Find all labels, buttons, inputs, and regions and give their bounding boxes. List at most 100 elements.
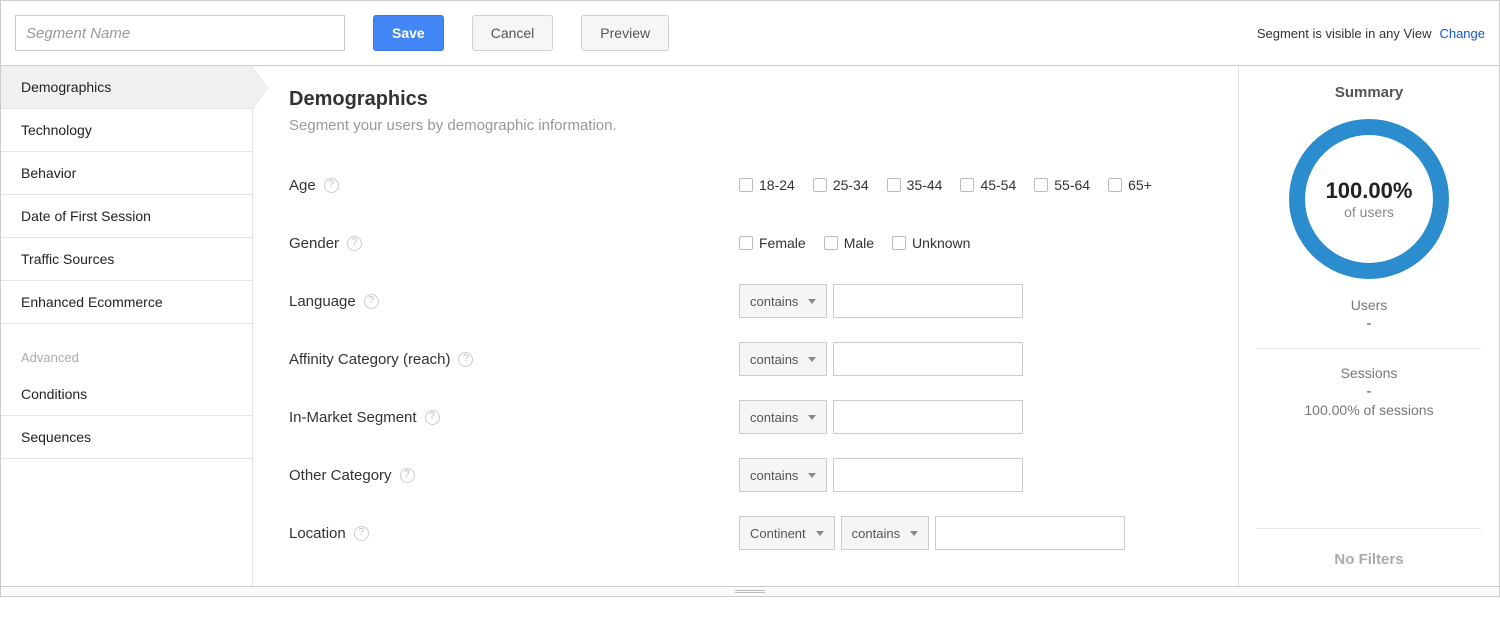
sessions-label: Sessions xyxy=(1257,365,1481,381)
checkbox-icon xyxy=(824,236,838,250)
summary-percent-sub: of users xyxy=(1344,204,1394,220)
checkbox-icon xyxy=(960,178,974,192)
chevron-down-icon xyxy=(808,299,816,304)
sessions-value: - xyxy=(1257,383,1481,400)
help-icon[interactable]: ? xyxy=(458,352,473,367)
affinity-operator-select[interactable]: contains xyxy=(739,342,827,376)
select-value: contains xyxy=(750,468,798,483)
checkbox-label: Unknown xyxy=(912,235,970,251)
sidebar-item-label: Conditions xyxy=(21,386,87,402)
summary-title: Summary xyxy=(1257,84,1481,101)
location-label: Location xyxy=(289,525,346,542)
checkbox-label: 55-64 xyxy=(1054,177,1090,193)
affinity-label: Affinity Category (reach) xyxy=(289,351,450,368)
gender-option-male[interactable]: Male xyxy=(824,235,874,251)
checkbox-label: 45-54 xyxy=(980,177,1016,193)
summary-donut-chart: 100.00% of users xyxy=(1289,119,1449,279)
sidebar-item-label: Enhanced Ecommerce xyxy=(21,294,163,310)
language-operator-select[interactable]: contains xyxy=(739,284,827,318)
inmarket-operator-select[interactable]: contains xyxy=(739,400,827,434)
sessions-percent: 100.00% of sessions xyxy=(1257,402,1481,418)
age-option-25-34[interactable]: 25-34 xyxy=(813,177,869,193)
sidebar-item-label: Traffic Sources xyxy=(21,251,114,267)
location-operator-select[interactable]: contains xyxy=(841,516,929,550)
gender-option-unknown[interactable]: Unknown xyxy=(892,235,970,251)
age-option-65plus[interactable]: 65+ xyxy=(1108,177,1152,193)
users-label: Users xyxy=(1257,297,1481,313)
help-icon[interactable]: ? xyxy=(324,178,339,193)
cancel-button[interactable]: Cancel xyxy=(472,15,554,51)
sidebar-item-demographics[interactable]: Demographics xyxy=(1,66,252,109)
other-value-input[interactable] xyxy=(833,458,1023,492)
gender-label: Gender xyxy=(289,235,339,252)
sidebar-item-label: Date of First Session xyxy=(21,208,151,224)
sidebar-item-label: Behavior xyxy=(21,165,76,181)
chevron-down-icon xyxy=(816,531,824,536)
summary-panel: Summary 100.00% of users Users - Session… xyxy=(1239,66,1499,586)
segment-name-input[interactable] xyxy=(15,15,345,51)
save-button[interactable]: Save xyxy=(373,15,444,51)
select-value: contains xyxy=(750,410,798,425)
sidebar-item-traffic-sources[interactable]: Traffic Sources xyxy=(1,238,252,281)
checkbox-icon xyxy=(813,178,827,192)
sidebar-item-technology[interactable]: Technology xyxy=(1,109,252,152)
other-operator-select[interactable]: contains xyxy=(739,458,827,492)
panel-title: Demographics xyxy=(289,88,1208,111)
sidebar-item-sequences[interactable]: Sequences xyxy=(1,416,252,459)
age-option-18-24[interactable]: 18-24 xyxy=(739,177,795,193)
select-value: contains xyxy=(750,294,798,309)
chevron-down-icon xyxy=(808,473,816,478)
preview-button[interactable]: Preview xyxy=(581,15,669,51)
help-icon[interactable]: ? xyxy=(354,526,369,541)
sidebar-item-label: Demographics xyxy=(21,79,111,95)
location-value-input[interactable] xyxy=(935,516,1125,550)
chevron-down-icon xyxy=(808,415,816,420)
panel-subtitle: Segment your users by demographic inform… xyxy=(289,117,1208,134)
sidebar-item-label: Sequences xyxy=(21,429,91,445)
sidebar-group-advanced: Advanced xyxy=(1,324,252,373)
checkbox-label: 18-24 xyxy=(759,177,795,193)
checkbox-icon xyxy=(1034,178,1048,192)
age-option-35-44[interactable]: 35-44 xyxy=(887,177,943,193)
sidebar-item-enhanced-ecommerce[interactable]: Enhanced Ecommerce xyxy=(1,281,252,324)
age-label: Age xyxy=(289,177,316,194)
sidebar: Demographics Technology Behavior Date of… xyxy=(1,66,253,586)
checkbox-icon xyxy=(739,236,753,250)
checkbox-icon xyxy=(887,178,901,192)
chevron-down-icon xyxy=(808,357,816,362)
checkbox-label: 25-34 xyxy=(833,177,869,193)
checkbox-icon xyxy=(892,236,906,250)
checkbox-label: 35-44 xyxy=(907,177,943,193)
select-value: contains xyxy=(750,352,798,367)
gender-option-female[interactable]: Female xyxy=(739,235,806,251)
sidebar-item-label: Technology xyxy=(21,122,92,138)
checkbox-icon xyxy=(1108,178,1122,192)
select-value: contains xyxy=(852,526,900,541)
checkbox-label: Male xyxy=(844,235,874,251)
affinity-value-input[interactable] xyxy=(833,342,1023,376)
change-visibility-link[interactable]: Change xyxy=(1439,26,1485,41)
age-option-45-54[interactable]: 45-54 xyxy=(960,177,1016,193)
users-value: - xyxy=(1257,315,1481,332)
help-icon[interactable]: ? xyxy=(400,468,415,483)
language-label: Language xyxy=(289,293,356,310)
summary-percent: 100.00% xyxy=(1326,178,1413,204)
other-category-label: Other Category xyxy=(289,467,392,484)
select-value: Continent xyxy=(750,526,806,541)
help-icon[interactable]: ? xyxy=(425,410,440,425)
inmarket-value-input[interactable] xyxy=(833,400,1023,434)
help-icon[interactable]: ? xyxy=(347,236,362,251)
sidebar-item-behavior[interactable]: Behavior xyxy=(1,152,252,195)
sidebar-item-date-first-session[interactable]: Date of First Session xyxy=(1,195,252,238)
resize-handle[interactable] xyxy=(1,586,1499,596)
inmarket-label: In-Market Segment xyxy=(289,409,417,426)
checkbox-icon xyxy=(739,178,753,192)
language-value-input[interactable] xyxy=(833,284,1023,318)
help-icon[interactable]: ? xyxy=(364,294,379,309)
location-scope-select[interactable]: Continent xyxy=(739,516,835,550)
checkbox-label: Female xyxy=(759,235,806,251)
sidebar-item-conditions[interactable]: Conditions xyxy=(1,373,252,416)
main-panel: Demographics Segment your users by demog… xyxy=(253,66,1239,586)
chevron-down-icon xyxy=(910,531,918,536)
age-option-55-64[interactable]: 55-64 xyxy=(1034,177,1090,193)
